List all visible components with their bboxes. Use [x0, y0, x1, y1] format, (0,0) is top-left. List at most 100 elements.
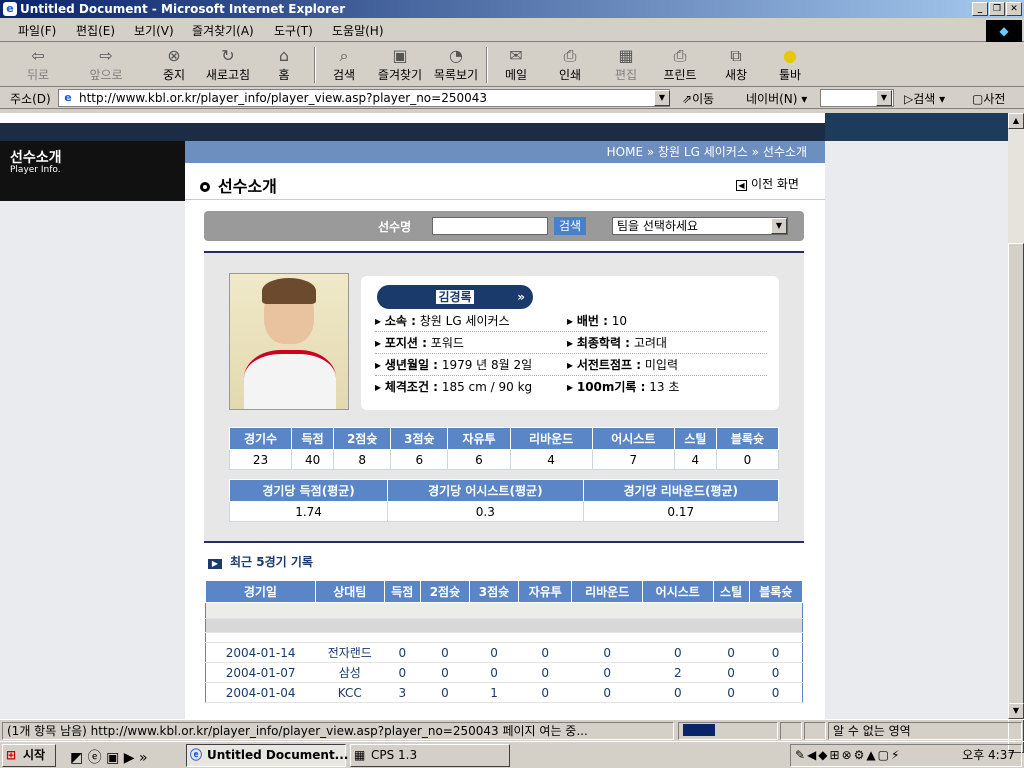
- menu-tools[interactable]: 도구(T): [274, 22, 313, 39]
- progress-bar: [678, 722, 778, 740]
- table-cell: 7: [591, 449, 675, 470]
- table-cell: 2004-01-04: [205, 682, 316, 703]
- player-search-button[interactable]: 검색: [554, 217, 586, 235]
- quicklaunch-icons[interactable]: ◩ ⓔ ▣ ▶ »: [70, 747, 148, 767]
- favorites-button[interactable]: ▣ 즐겨찾기: [372, 45, 428, 85]
- new-window-icon: ⧉: [730, 46, 742, 65]
- toolbar-button[interactable]: ● 툴바: [762, 45, 818, 85]
- back-arrow-icon: ⇦: [31, 46, 45, 65]
- print-page-button[interactable]: ⎙ 프린트: [652, 45, 708, 85]
- back-arrow-icon: ◀: [736, 180, 747, 191]
- start-button[interactable]: ⊞ 시작: [2, 744, 56, 767]
- menu-help[interactable]: 도움말(H): [332, 22, 384, 39]
- table-cell: 0: [642, 642, 714, 663]
- naver-button[interactable]: 네이버(N) ▾: [746, 90, 807, 107]
- table-cell: 4: [509, 449, 593, 470]
- top-band-right: [825, 113, 1008, 141]
- column-header: 리바운드: [509, 427, 593, 450]
- edit-button[interactable]: ▦ 편집: [598, 45, 654, 85]
- status-bar: (1개 항목 남음) http://www.kbl.or.kr/player_i…: [0, 719, 1024, 741]
- side-header: 선수소개 Player Info.: [0, 141, 185, 201]
- stop-button[interactable]: ⊗ 중지: [146, 45, 202, 85]
- mail-button[interactable]: ✉ 메일: [488, 45, 544, 85]
- naver-search-dropdown[interactable]: ▼: [876, 90, 892, 106]
- system-tray: ✎◀◆⊞⊗⚙▲▢⚡ 오후 4:37: [790, 744, 1022, 767]
- web-viewport: 선수소개 Player Info. HOME » 창원 LG 세이커스 » 선수…: [0, 113, 1008, 719]
- minimize-button[interactable]: _: [972, 2, 988, 16]
- table-cell: 0: [420, 662, 470, 683]
- column-header: 스틸: [712, 580, 750, 603]
- table-cell: 0: [420, 642, 470, 663]
- table-cell: 4: [673, 449, 717, 470]
- restore-button[interactable]: ❐: [989, 2, 1005, 16]
- dictionary-button[interactable]: ▢사전: [972, 90, 1005, 107]
- back-link[interactable]: ◀ 이전 화면: [736, 175, 799, 192]
- menu-edit[interactable]: 편집(E): [76, 22, 115, 39]
- table-row: 2004-01-14 전자랜드 0 0 0 0 0 0 0 0: [205, 642, 803, 663]
- search-button[interactable]: ⌕ 검색: [316, 45, 372, 85]
- column-header: 경기당 어시스트(평균): [387, 479, 584, 502]
- refresh-button[interactable]: ↻ 새로고침: [200, 45, 256, 85]
- naver-search-button[interactable]: ▷검색 ▾: [904, 90, 945, 107]
- taskbar-ie-window[interactable]: ⓔ Untitled Document...: [186, 744, 348, 767]
- table-cell: 40: [291, 449, 335, 470]
- totals-table: 경기수 득점 2점슛 3점슛 자유투 리바운드 어시스트 스틸 블록슛 23 40 8 6 6 4 7 4 0: [228, 427, 780, 470]
- column-header: 경기일: [205, 580, 316, 603]
- table-cell: 3: [384, 682, 421, 703]
- address-input[interactable]: e http://www.kbl.or.kr/player_info/playe…: [58, 89, 670, 107]
- table-cell: 0: [749, 682, 803, 703]
- app-icon: ▦: [354, 748, 366, 762]
- left-panel: [0, 201, 185, 719]
- table-cell: 2004-01-07: [205, 662, 316, 683]
- go-button[interactable]: ⇗이동: [682, 90, 714, 107]
- column-header: 스틸: [673, 427, 717, 450]
- print-button[interactable]: ⎙ 인쇄: [542, 45, 598, 85]
- table-cell: 0: [749, 662, 803, 683]
- menu-favorites[interactable]: 즐겨찾기(A): [192, 22, 254, 39]
- info-row: ▸ 체격조건 : 185 cm / 90 kg ▸ 100m기록 : 13 초: [375, 380, 680, 394]
- address-bar: 주소(D) e http://www.kbl.or.kr/player_info…: [0, 87, 1024, 109]
- column-header: 득점: [291, 427, 335, 450]
- column-header: 2점슛: [419, 580, 470, 603]
- history-button[interactable]: ◔ 목록보기: [428, 45, 484, 85]
- column-header: 자유투: [518, 580, 573, 603]
- table-cell: 0: [749, 642, 803, 663]
- close-button[interactable]: ✕: [1006, 2, 1022, 16]
- vertical-scrollbar[interactable]: ▲ ▼: [1008, 113, 1024, 753]
- menu-file[interactable]: 파일(F): [18, 22, 56, 39]
- player-name-input[interactable]: [432, 217, 548, 235]
- column-header: 블록슛: [748, 580, 804, 603]
- tray-icons[interactable]: ✎◀◆⊞⊗⚙▲▢⚡: [795, 748, 901, 762]
- scroll-up-icon[interactable]: ▲: [1008, 113, 1024, 129]
- new-window-button[interactable]: ⧉ 새창: [708, 45, 764, 85]
- table-cell: 0: [518, 662, 572, 683]
- table-cell: 6: [447, 449, 511, 470]
- clock: 오후 4:37: [962, 748, 1015, 762]
- scroll-thumb[interactable]: [1008, 243, 1024, 753]
- table-cell: 0: [571, 662, 643, 683]
- column-header: 2점슛: [333, 427, 392, 450]
- top-band: [0, 123, 825, 141]
- menu-view[interactable]: 보기(V): [134, 22, 174, 39]
- ie-logo-icon: e: [3, 2, 17, 16]
- table-cell: 2004-01-14: [205, 642, 316, 663]
- address-dropdown-button[interactable]: ▼: [654, 90, 670, 106]
- table-cell: 0: [469, 642, 519, 663]
- edit-icon: ▦: [618, 46, 634, 65]
- table-cell: 0: [571, 642, 643, 663]
- table-cell: 23: [228, 449, 293, 470]
- back-button[interactable]: ⇦ 뒤로: [10, 45, 66, 85]
- status-text: (1개 항목 남음) http://www.kbl.or.kr/player_i…: [2, 722, 674, 740]
- scroll-down-icon[interactable]: ▼: [1008, 703, 1024, 719]
- table-cell: KCC: [315, 682, 385, 703]
- home-button[interactable]: ⌂ 홈: [256, 45, 312, 85]
- table-cell: 0: [420, 682, 470, 703]
- taskbar-cps-window[interactable]: ▦ CPS 1.3: [350, 744, 510, 767]
- column-header: 경기당 리바운드(평균): [582, 479, 780, 502]
- table-cell: 0: [469, 662, 519, 683]
- column-header: 상대팀: [314, 580, 385, 603]
- team-select[interactable]: 팀을 선택하세요 ▼: [612, 217, 788, 235]
- table-cell: 0.17: [582, 501, 780, 522]
- forward-button[interactable]: ⇨ 앞으로: [78, 45, 134, 85]
- breadcrumb: HOME » 창원 LG 세이커스 » 선수소개: [185, 141, 825, 163]
